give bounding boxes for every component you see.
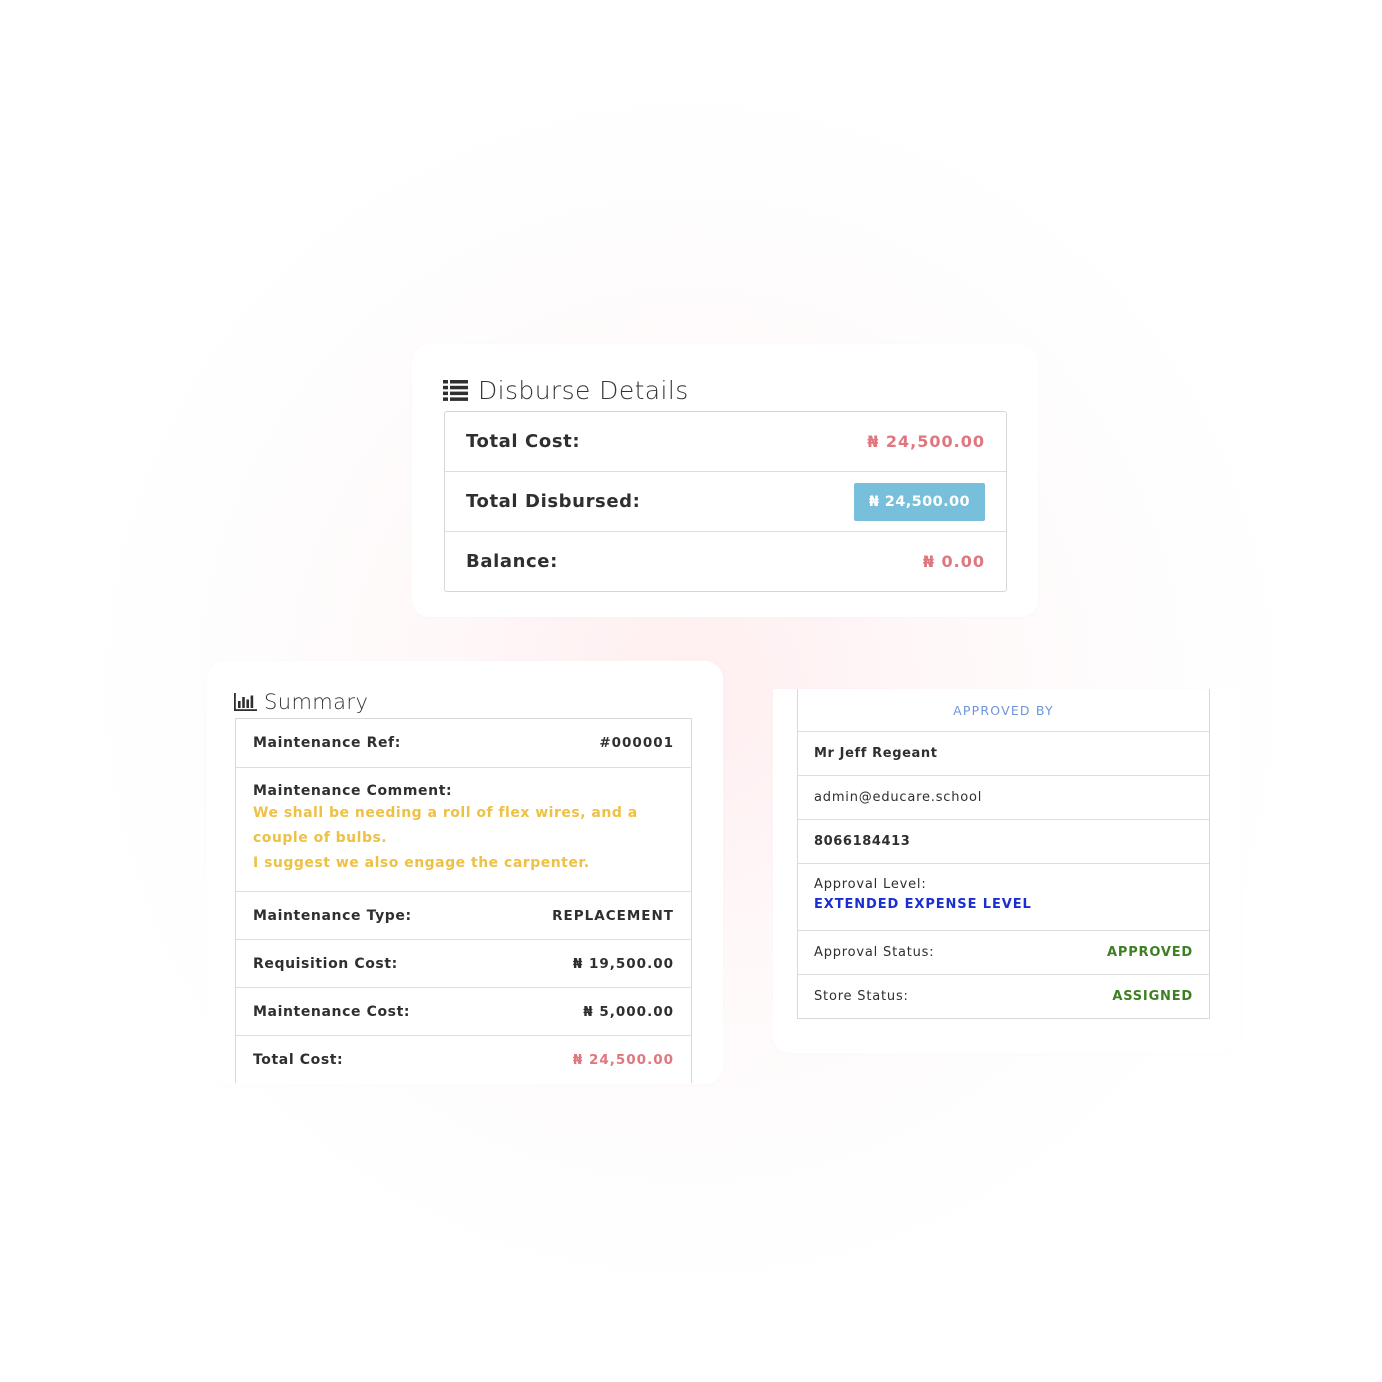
approver-name-row: Mr Jeff Regeant (798, 731, 1209, 775)
requisition-cost-label: Requisition Cost: (253, 955, 398, 972)
disburse-details-title: Disburse Details (443, 376, 689, 405)
maintenance-ref-value: #000001 (599, 735, 674, 751)
disburse-row-balance: Balance: ₦ 0.00 (445, 531, 1006, 591)
store-status-row: Store Status: ASSIGNED (798, 974, 1209, 1018)
approval-table: APPROVED BY Mr Jeff Regeant admin@educar… (797, 689, 1210, 1019)
requisition-cost-value: ₦ 19,500.00 (572, 955, 674, 972)
maintenance-comment-line-2: I suggest we also engage the carpenter. (253, 855, 590, 871)
list-icon (443, 380, 468, 401)
summary-title: Summary (234, 690, 368, 714)
approver-phone-row: 8066184413 (798, 819, 1209, 863)
approver-email-row: admin@educare.school (798, 775, 1209, 819)
store-status-value: ASSIGNED (1112, 989, 1193, 1004)
approval-level-label: Approval Level: (814, 877, 927, 892)
summary-total-cost-row: Total Cost: ₦ 24,500.00 (236, 1035, 691, 1083)
summary-total-cost-label: Total Cost: (253, 1051, 344, 1068)
approval-status-label: Approval Status: (814, 945, 935, 960)
approval-level-row: Approval Level: EXTENDED EXPENSE LEVEL (798, 863, 1209, 930)
approval-level-value: EXTENDED EXPENSE LEVEL (814, 897, 1032, 912)
maintenance-cost-label: Maintenance Cost: (253, 1003, 411, 1020)
approver-name: Mr Jeff Regeant (814, 746, 938, 761)
maintenance-cost-row: Maintenance Cost: ₦ 5,000.00 (236, 987, 691, 1035)
bar-chart-icon (234, 693, 257, 711)
total-disbursed-label: Total Disbursed: (466, 491, 641, 512)
approval-status-value: APPROVED (1107, 945, 1193, 960)
maintenance-ref-label: Maintenance Ref: (253, 735, 401, 751)
approval-card: APPROVED BY Mr Jeff Regeant admin@educar… (773, 689, 1240, 1053)
requisition-cost-row: Requisition Cost: ₦ 19,500.00 (236, 939, 691, 987)
disburse-details-title-text: Disburse Details (478, 376, 689, 405)
maintenance-comment-row: Maintenance Comment: We shall be needing… (236, 767, 691, 891)
summary-card: Summary Maintenance Ref: #000001 Mainten… (207, 661, 723, 1084)
approval-status-row: Approval Status: APPROVED (798, 930, 1209, 974)
approver-phone: 8066184413 (814, 834, 911, 849)
store-status-label: Store Status: (814, 989, 909, 1004)
maintenance-comment-label: Maintenance Comment: (253, 783, 453, 799)
disburse-row-total-disbursed: Total Disbursed: ₦ 24,500.00 (445, 471, 1006, 531)
stage: Disburse Details Total Cost: ₦ 24,500.00… (0, 0, 1382, 1382)
summary-title-text: Summary (264, 690, 369, 714)
total-cost-label: Total Cost: (466, 431, 581, 452)
disburse-table: Total Cost: ₦ 24,500.00 Total Disbursed:… (444, 411, 1007, 592)
maintenance-type-label: Maintenance Type: (253, 907, 412, 924)
approver-email: admin@educare.school (814, 790, 983, 805)
balance-label: Balance: (466, 551, 558, 572)
maintenance-ref-row: Maintenance Ref: #000001 (236, 719, 691, 767)
maintenance-type-row: Maintenance Type: REPLACEMENT (236, 891, 691, 939)
disburse-details-card: Disburse Details Total Cost: ₦ 24,500.00… (412, 344, 1038, 617)
approved-by-header-text: APPROVED BY (953, 702, 1054, 718)
maintenance-cost-value: ₦ 5,000.00 (583, 1003, 674, 1020)
total-cost-value: ₦ 24,500.00 (867, 432, 985, 451)
total-disbursed-badge: ₦ 24,500.00 (853, 482, 985, 521)
approved-by-header: APPROVED BY (798, 689, 1209, 731)
maintenance-type-value: REPLACEMENT (552, 907, 674, 924)
balance-value: ₦ 0.00 (922, 552, 985, 571)
maintenance-comment-line-1: We shall be needing a roll of flex wires… (253, 805, 638, 846)
summary-total-cost-value: ₦ 24,500.00 (572, 1051, 674, 1068)
disburse-row-total-cost: Total Cost: ₦ 24,500.00 (445, 412, 1006, 471)
summary-table: Maintenance Ref: #000001 Maintenance Com… (235, 718, 692, 1083)
